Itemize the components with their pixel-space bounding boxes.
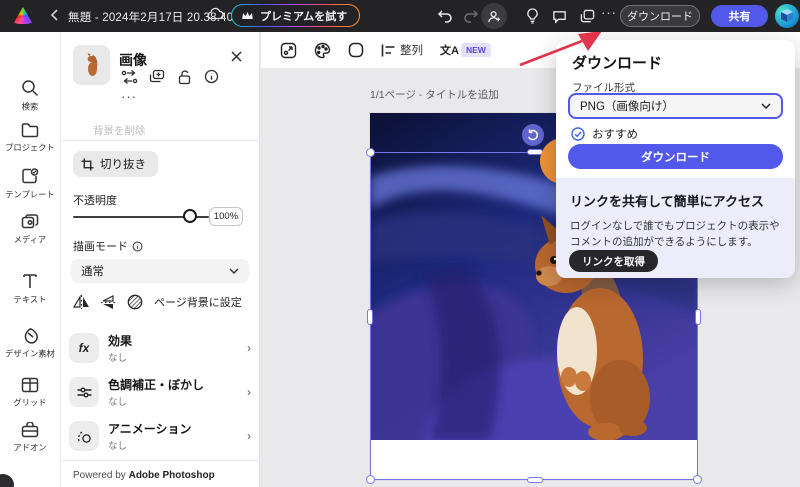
selection-handle-right[interactable] <box>695 309 701 325</box>
flip-row: ページ背景に設定 <box>73 294 242 310</box>
sidebar-item-projects[interactable]: プロジェクト <box>0 122 60 154</box>
effects-row[interactable]: fx 効果 なし › <box>69 328 251 368</box>
fx-icon: fx <box>69 333 99 363</box>
popover-download-button[interactable]: ダウンロード <box>568 144 783 169</box>
sidebar-item-search[interactable]: 検索 <box>0 79 60 113</box>
adjustments-row[interactable]: 色調補正・ぼかし なし › <box>69 372 251 412</box>
more-options-icon[interactable]: ··· <box>601 5 617 20</box>
sidebar-item-grid[interactable]: グリッド <box>0 377 60 409</box>
remove-background-label[interactable]: 背景を削除 <box>93 123 146 138</box>
sidebar-item-addons[interactable]: アドオン <box>0 422 60 454</box>
pages-icon[interactable] <box>576 6 598 26</box>
crop-icon <box>81 158 94 171</box>
align-button[interactable]: 整列 <box>381 42 423 58</box>
chevron-right-icon: › <box>247 341 251 355</box>
sidebar-item-design-assets[interactable]: デザイン素材 <box>0 327 60 360</box>
templates-icon <box>21 168 39 185</box>
blend-mode-label: 描画モード <box>73 238 143 254</box>
share-link-section: リンクを共有して簡単にアクセス ログインなしで誰でもプロジェクトの表示やコメント… <box>556 178 795 278</box>
chevron-down-icon <box>761 103 771 109</box>
layer-more-icon[interactable]: ··· <box>121 89 137 104</box>
divider <box>61 460 259 461</box>
animation-row[interactable]: アニメーション なし › <box>69 416 251 456</box>
try-premium-label: プレミアムを試す <box>260 8 347 24</box>
properties-panel: 画像 ··· 背景を削除 切り抜き 不透明度 100% 描画モード <box>60 32 260 487</box>
color-palette-icon[interactable] <box>314 42 331 59</box>
opacity-value[interactable]: 100% <box>209 207 243 226</box>
download-popover: ダウンロード ファイル形式 PNG（画像向け） おすすめ ダウンロード リンクを… <box>556 40 795 278</box>
chevron-right-icon: › <box>247 385 251 399</box>
page-background-icon[interactable] <box>127 294 143 310</box>
duplicate-icon[interactable] <box>149 69 165 90</box>
app-root: 無題 - 2024年2月17日 20.38.40 プレミアムを試す ··· <box>0 0 800 487</box>
selection-handle-bottom-left[interactable] <box>366 475 375 484</box>
adobe-express-logo-icon[interactable] <box>14 7 32 24</box>
comment-icon[interactable] <box>548 6 570 26</box>
share-link-title: リンクを共有して簡単にアクセス <box>570 191 781 210</box>
opacity-label: 不透明度 <box>73 192 117 208</box>
selection-handle-top-left[interactable] <box>366 148 375 157</box>
top-bar: 無題 - 2024年2月17日 20.38.40 プレミアムを試す ··· <box>0 0 800 32</box>
design-assets-icon <box>21 327 39 344</box>
translate-icon: 文A <box>440 42 459 58</box>
lightbulb-icon[interactable] <box>521 6 543 26</box>
redo-icon[interactable] <box>460 6 482 26</box>
media-icon <box>21 213 39 230</box>
projects-icon <box>21 122 39 138</box>
grid-icon <box>21 377 39 393</box>
opacity-slider-handle[interactable] <box>183 209 197 223</box>
info-icon <box>132 241 143 252</box>
crown-icon <box>241 10 254 21</box>
text-icon <box>21 272 39 290</box>
info-icon[interactable] <box>204 69 219 89</box>
flip-vertical-icon[interactable] <box>101 295 116 310</box>
unlock-icon[interactable] <box>177 69 192 90</box>
recommended-row: おすすめ <box>571 126 638 142</box>
chevron-down-icon <box>229 268 239 274</box>
layer-thumbnail[interactable] <box>73 45 110 85</box>
share-button[interactable]: 共有 <box>711 5 768 27</box>
get-link-button[interactable]: リンクを取得 <box>569 250 658 272</box>
divider <box>61 140 259 141</box>
rotate-icon[interactable] <box>522 124 544 146</box>
account-avatar[interactable] <box>775 4 799 28</box>
popover-title: ダウンロード <box>572 52 662 73</box>
search-icon <box>21 79 39 97</box>
corner-radius-icon[interactable] <box>348 42 364 58</box>
addons-icon <box>21 422 39 438</box>
check-circle-icon <box>571 127 585 141</box>
nav-rail: 検索 プロジェクト テンプレート メディア テキスト デザイン素材 グリッド <box>0 32 60 487</box>
cloud-sync-icon <box>207 7 225 21</box>
download-button[interactable]: ダウンロード <box>620 5 700 27</box>
file-format-select[interactable]: PNG（画像向け） <box>568 93 783 119</box>
try-premium-button[interactable]: プレミアムを試す <box>231 4 360 27</box>
sidebar-item-media[interactable]: メディア <box>0 213 60 246</box>
undo-icon[interactable] <box>434 6 456 26</box>
page-caption[interactable]: 1/1ページ - タイトルを追加 <box>370 87 499 102</box>
new-badge: NEW <box>461 43 491 57</box>
selection-handle-bottom-right[interactable] <box>693 475 702 484</box>
adjustments-icon <box>69 377 99 407</box>
add-collaborator-icon[interactable] <box>481 3 507 29</box>
flip-horizontal-icon[interactable] <box>73 295 90 309</box>
sidebar-item-templates[interactable]: テンプレート <box>0 168 60 201</box>
back-chevron-icon[interactable] <box>48 8 62 22</box>
swap-image-icon[interactable] <box>121 69 138 90</box>
panel-title: 画像 <box>119 50 147 70</box>
page-background-label[interactable]: ページ背景に設定 <box>154 294 242 310</box>
blend-mode-select[interactable]: 通常 <box>71 259 249 283</box>
chevron-right-icon: › <box>247 429 251 443</box>
replace-image-icon[interactable] <box>280 42 297 59</box>
share-link-body: ログインなしで誰でもプロジェクトの表示やコメントの追加ができるようにします。 <box>570 218 781 251</box>
close-icon[interactable] <box>231 49 242 67</box>
align-icon <box>381 44 395 57</box>
selection-handle-left[interactable] <box>367 309 373 325</box>
crop-button[interactable]: 切り抜き <box>73 151 158 177</box>
powered-by-label: Powered by Adobe Photoshop <box>73 470 215 481</box>
translate-button[interactable]: 文A NEW <box>440 42 491 58</box>
sidebar-item-text[interactable]: テキスト <box>0 272 60 306</box>
selection-handle-bottom[interactable] <box>527 477 543 483</box>
animation-icon <box>69 421 99 451</box>
